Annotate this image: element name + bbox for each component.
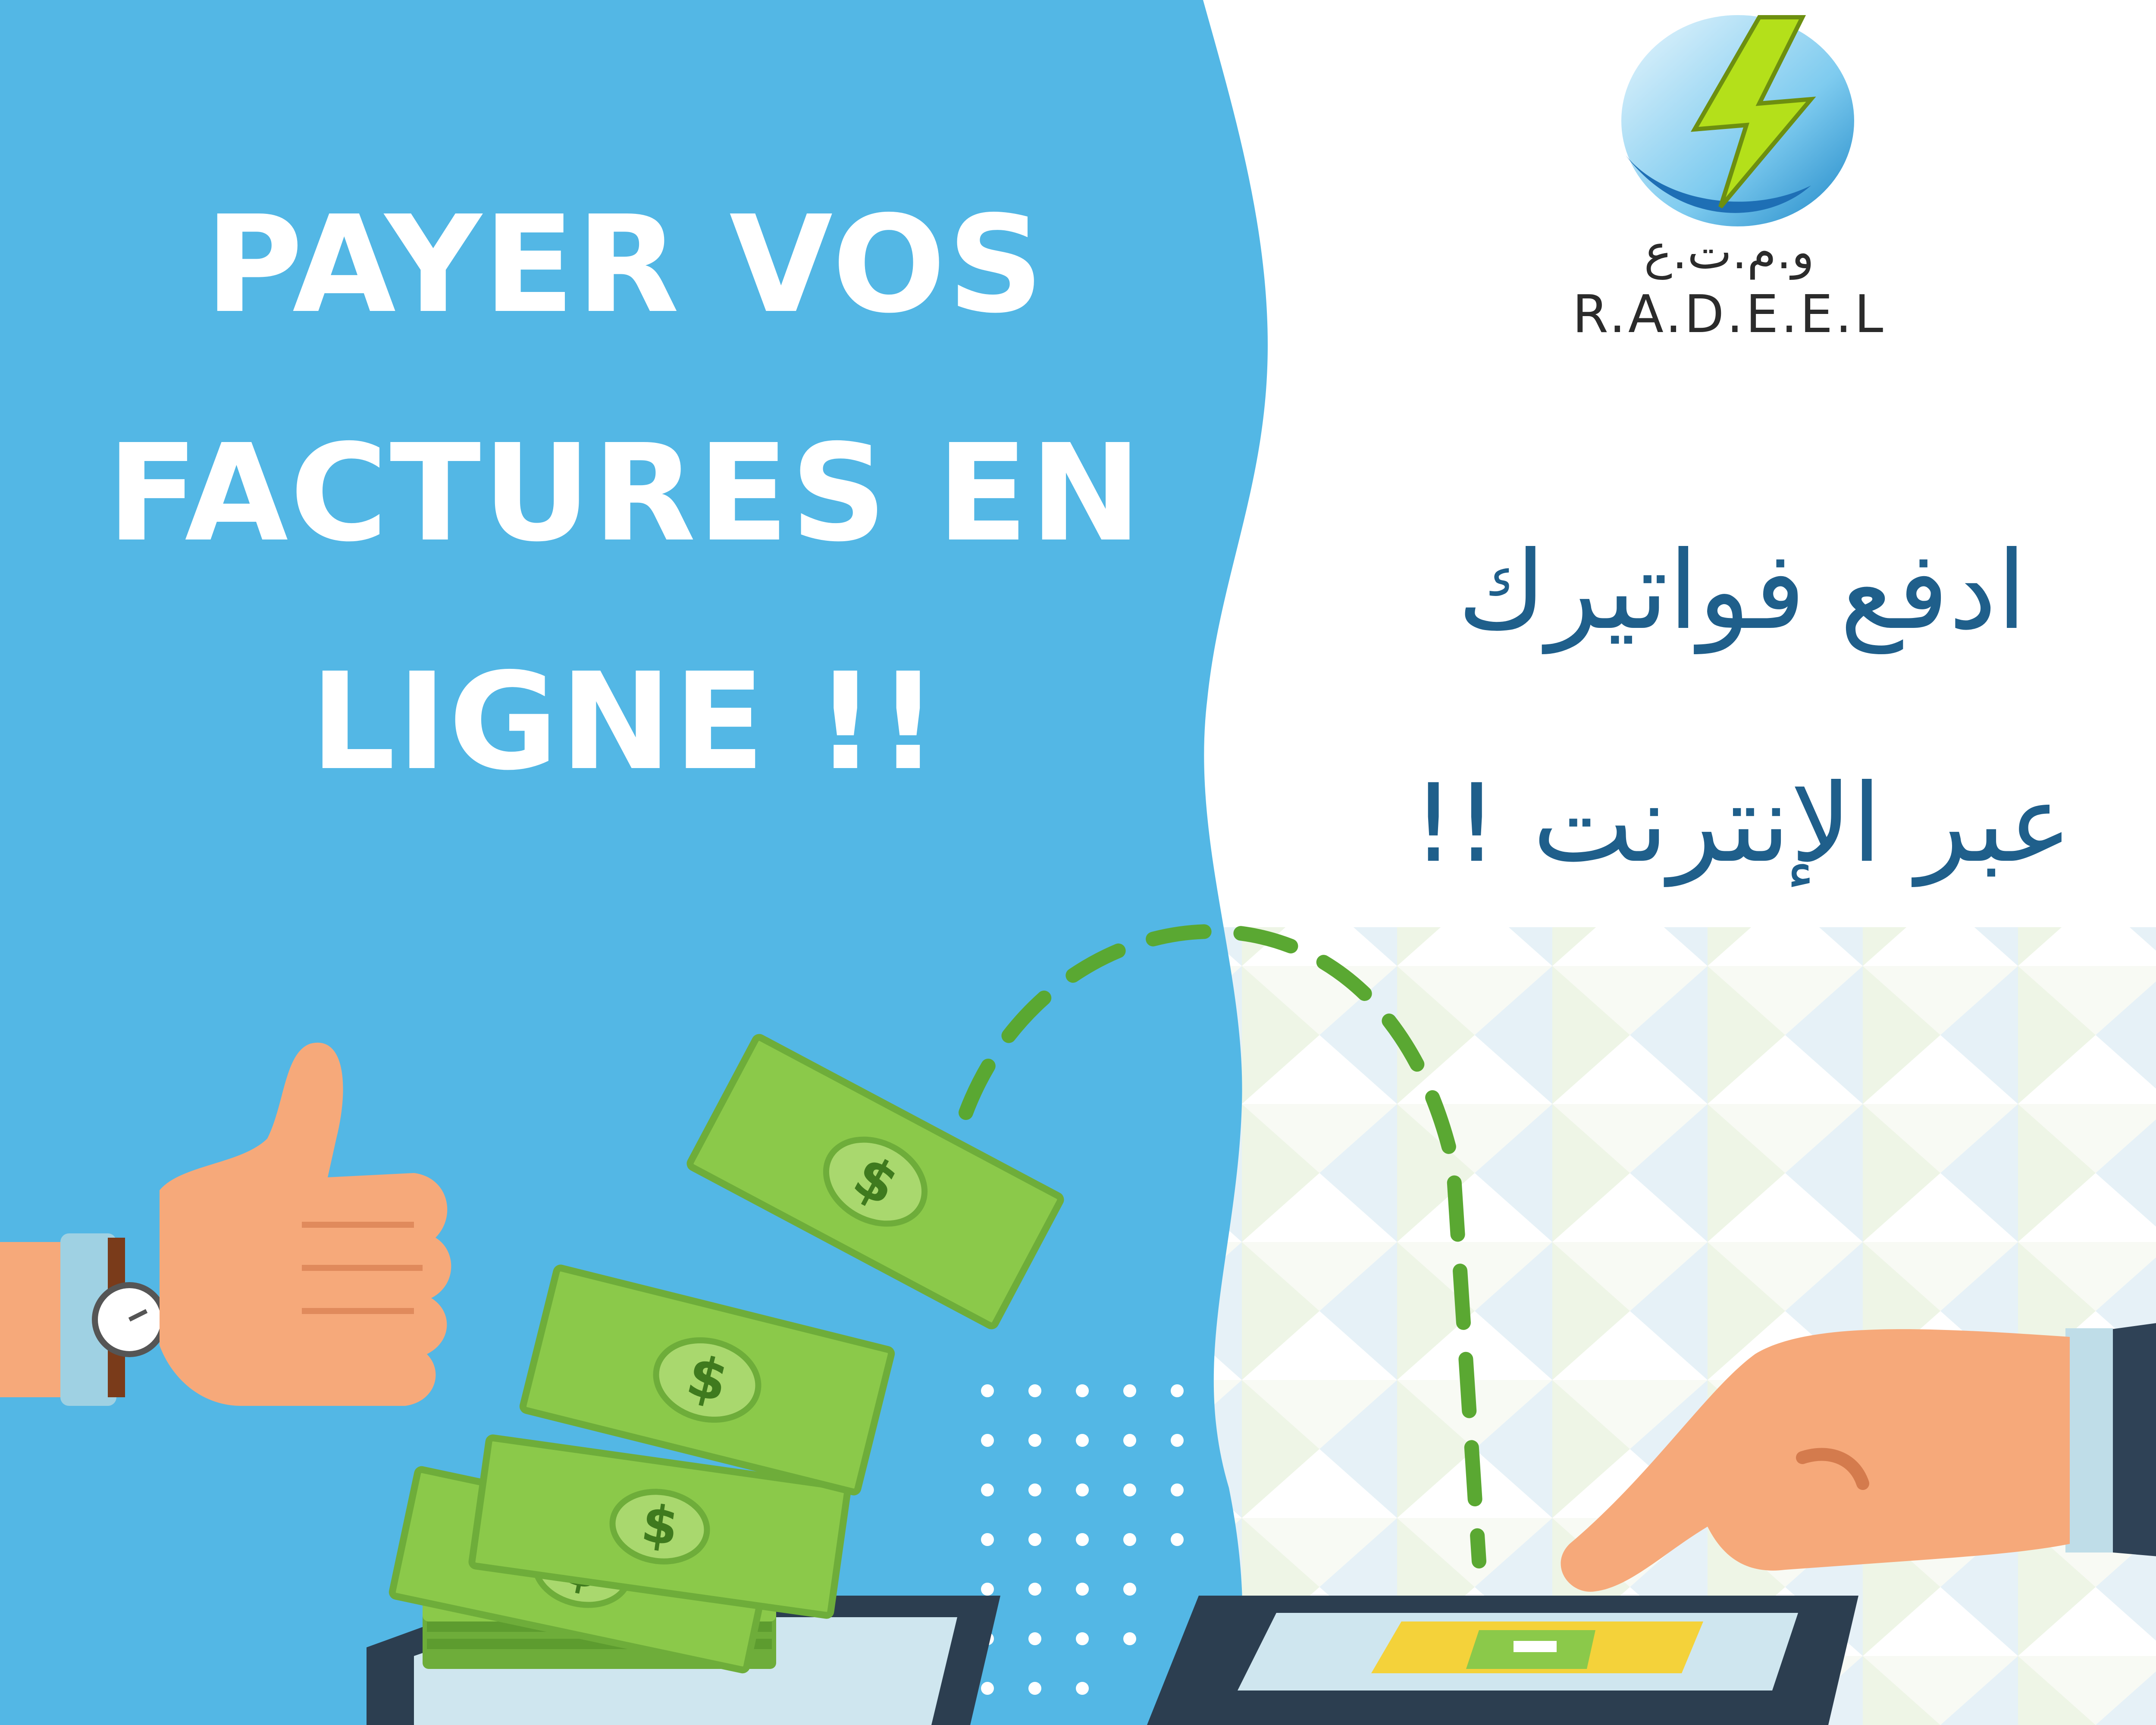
- headline-ar-line-2: عبر الإنترنت !!: [1412, 761, 2072, 886]
- headline-fr-line-1: PAYER VOS: [205, 187, 1046, 343]
- promo-banner: $ $ $ $: [0, 0, 2156, 1725]
- headline-ar-line-1: ادفع فواتيرك: [1457, 528, 2027, 653]
- logo-arabic-text: و.م.ت.ع: [1644, 224, 1814, 279]
- headline-fr-line-2: FACTURES EN: [107, 416, 1144, 571]
- headline-fr-line-3: LIGNE !!: [310, 644, 940, 800]
- logo-latin-text: R.A.D.E.E.L: [1572, 285, 1886, 345]
- right-phone: [1147, 1596, 1858, 1725]
- radeel-logo: [1621, 15, 1854, 226]
